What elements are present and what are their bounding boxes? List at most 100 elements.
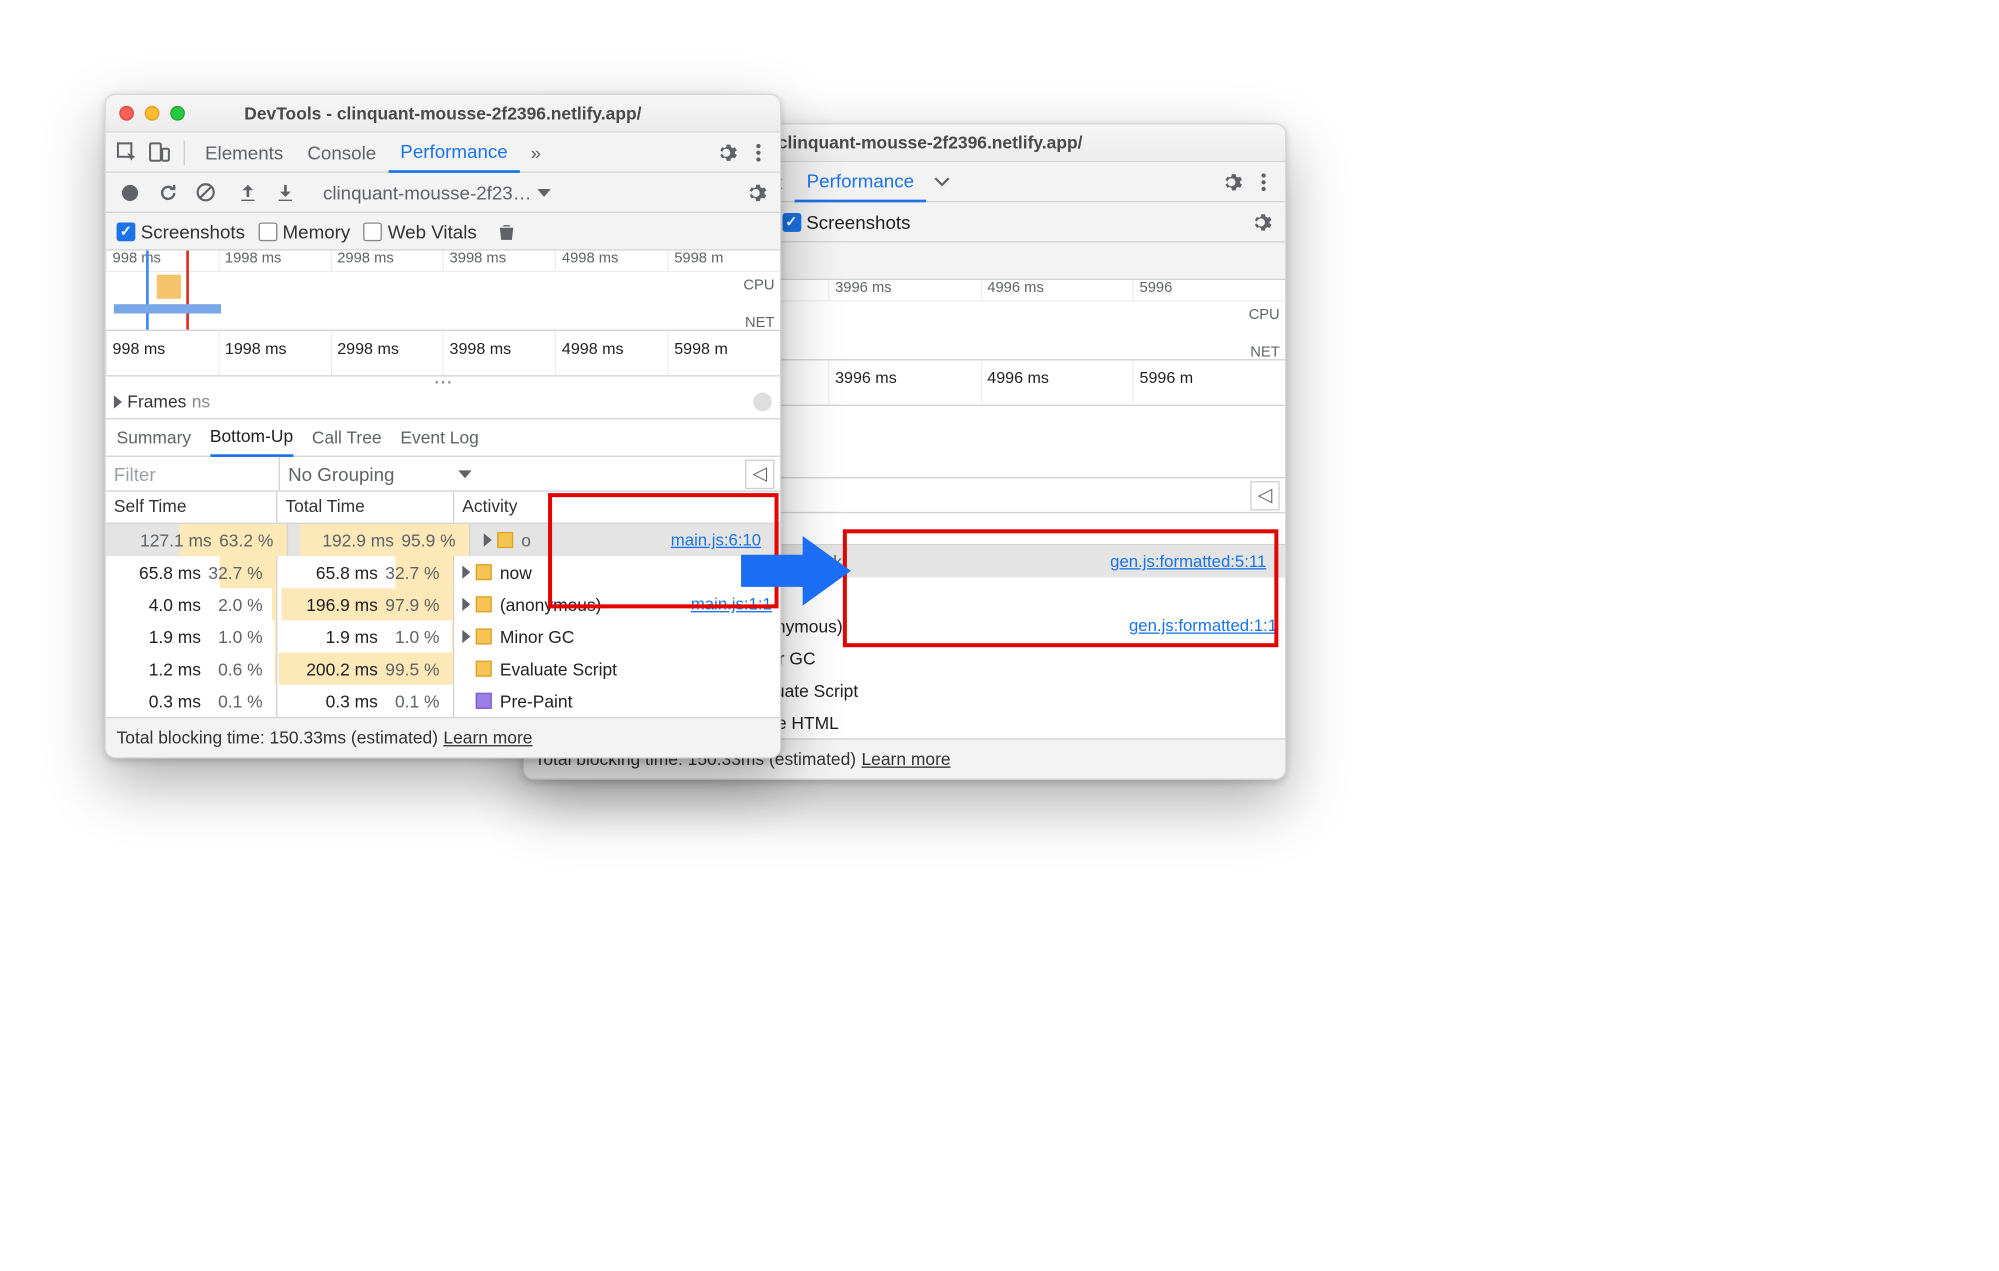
more-tabs-icon[interactable]: » [520,136,552,168]
tick: 1998 ms [218,251,330,271]
filter-input[interactable]: Filter [106,457,280,491]
net-activity [114,304,221,313]
perf-toolbar: clinquant-mousse-2f23… [106,173,780,213]
tick: 5996 [1133,280,1285,300]
kebab-icon[interactable] [1248,165,1280,197]
clear-icon[interactable] [189,176,221,208]
chevron-right-icon [484,533,492,546]
table-row[interactable]: 1.2 ms0.6 %200.2 ms99.5 %Evaluate Script [106,653,780,685]
checkbox-icon [364,222,383,241]
category-icon [476,628,492,644]
table-row[interactable]: 0.3 ms0.1 %0.3 ms0.1 %Pre-Paint [106,685,780,717]
checkbox-icon: ✓ [117,222,136,241]
table-row[interactable]: 65.8 ms32.7 %65.8 ms32.7 %now [106,556,780,588]
titlebar[interactable]: DevTools - clinquant-mousse-2f2396.netli… [106,95,780,133]
table-row[interactable]: Minor GC [695,642,1285,674]
footer: Total blocking time: 150.33ms (estimated… [106,717,780,757]
tab-performance[interactable]: Performance [795,161,927,201]
tick: 4998 ms [555,251,667,271]
category-icon [497,532,513,548]
tick: 2998 ms [331,251,443,271]
dropdown-icon [459,470,472,478]
upload-icon[interactable] [232,176,264,208]
gear-icon[interactable] [710,136,742,168]
tab-bottomup[interactable]: Bottom-Up [210,419,293,457]
learn-more-link[interactable]: Learn more [443,728,532,748]
checkbox-icon [258,222,277,241]
tab-elements[interactable]: Elements [193,132,295,172]
trash-icon[interactable] [490,215,522,247]
tab-performance[interactable]: Performance [388,132,520,172]
activity-name: o [521,530,531,550]
analysis-tabs: Summary Bottom-Up Call Tree Event Log [106,419,780,457]
source-link[interactable]: gen.js:formatted:1:1 [1129,616,1277,635]
tab-eventlog[interactable]: Event Log [400,419,478,457]
gear-icon[interactable] [740,176,772,208]
grouping-select[interactable]: No Grouping [280,463,745,484]
timeline-overview[interactable]: 998 ms 1998 ms 2998 ms 3998 ms 4998 ms 5… [106,251,780,331]
table-header: Self Time Total Time Activity [106,492,780,524]
gear-icon[interactable] [1245,206,1277,238]
memory-check[interactable]: Memory [258,220,350,241]
tick: 2998 ms [331,331,443,375]
tick: 1998 ms [218,331,330,375]
sidebar-toggle-icon[interactable]: ◁ [745,459,774,488]
tab-summary[interactable]: Summary [117,419,192,457]
table-row[interactable]: Parse HTML [695,706,1285,738]
tab-console[interactable]: Console [295,132,388,172]
kebab-icon[interactable] [742,136,774,168]
activity-name: (anonymous) [500,594,602,614]
tick: 4996 ms [981,280,1133,300]
activity-name: now [500,562,532,582]
table-row[interactable]: 1.9 ms1.0 %1.9 ms1.0 %Minor GC [106,620,780,652]
col-activity[interactable]: Activity [454,492,780,523]
filter-row: Filter No Grouping ◁ [106,457,780,492]
tick: 998 ms [106,251,218,271]
device-icon[interactable] [143,136,175,168]
more-tabs-icon[interactable] [926,165,958,197]
col-total-time[interactable]: Total Time [277,492,454,523]
table-row[interactable]: Evaluate Script [695,674,1285,706]
window-title: DevTools - clinquant-mousse-2f2396.netli… [106,103,780,123]
screenshots-check[interactable]: ✓Screenshots [782,211,910,232]
chevron-right-icon [114,395,122,408]
marker-line [186,251,189,330]
record-icon[interactable] [114,176,146,208]
chevron-right-icon [462,630,470,643]
url-select[interactable]: clinquant-mousse-2f23… [312,182,561,203]
tick: 998 ms [106,331,218,375]
gear-icon[interactable] [1215,165,1247,197]
blocking-time-text: Total blocking time: 150.33ms (estimated… [117,728,438,748]
devtools-tabstrip: Elements Console Performance » [106,133,780,173]
col-self-time[interactable]: Self Time [106,492,278,523]
close-icon[interactable] [119,106,134,121]
table-row[interactable]: (anonymous)gen.js:formatted:1:1 [695,610,1285,642]
table-row[interactable]: 127.1 ms63.2 %192.9 ms95.9 %omain.js:6:1… [106,524,780,556]
activity-name: Evaluate Script [500,659,617,679]
table-row[interactable]: 4.0 ms2.0 %196.9 ms97.9 %(anonymous)main… [106,588,780,620]
tab-calltree[interactable]: Call Tree [312,419,382,457]
screenshots-check[interactable]: ✓Screenshots [117,220,245,241]
arrow-icon [741,531,875,611]
zoom-icon[interactable] [170,106,185,121]
tick: 5996 m [1133,360,1285,404]
inspect-icon[interactable] [111,136,143,168]
activity-name: Minor GC [500,626,575,646]
tick: 4998 ms [555,331,667,375]
download-icon[interactable] [269,176,301,208]
learn-more-link[interactable]: Learn more [861,749,950,769]
timeline-ruler[interactable]: 998 ms 1998 ms 2998 ms 3998 ms 4998 ms 5… [106,331,780,377]
tick: 5998 m [668,331,780,375]
source-link[interactable]: gen.js:formatted:5:11 [1110,552,1266,571]
tick: 3996 ms [828,360,980,404]
category-icon [476,596,492,612]
marker-line [146,251,149,330]
webvitals-check[interactable]: Web Vitals [364,220,477,241]
category-icon [476,693,492,709]
scroll-thumb[interactable] [753,392,772,411]
chevron-right-icon [462,598,470,611]
reload-icon[interactable] [151,176,183,208]
tick: 3996 ms [828,280,980,300]
minimize-icon[interactable] [145,106,160,121]
sidebar-toggle-icon[interactable]: ◁ [1250,480,1279,509]
